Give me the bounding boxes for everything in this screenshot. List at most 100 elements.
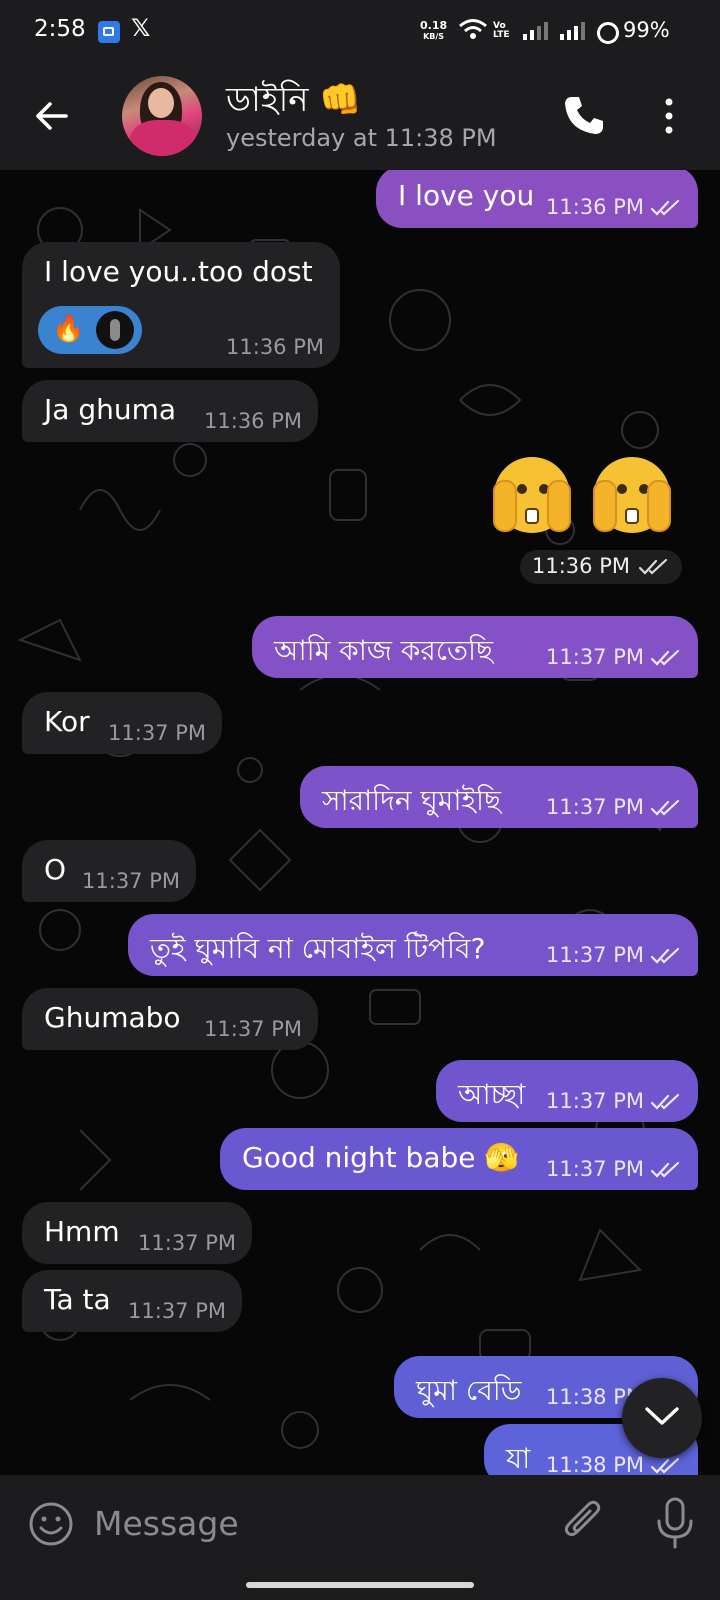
message-bubble-incoming[interactable]: Kor 11:37 PM	[22, 692, 222, 754]
home-indicator[interactable]	[246, 1582, 474, 1588]
message-list[interactable]: I love you 11:36 PM I love you..too dost…	[0, 170, 720, 1475]
message-bubble-outgoing[interactable]: আচ্ছা 11:37 PM	[436, 1060, 698, 1122]
double-check-icon	[650, 947, 680, 964]
message-meta: 11:37 PM	[82, 869, 180, 893]
message-meta: 11:37 PM	[128, 1299, 226, 1323]
phone-icon[interactable]	[563, 94, 605, 136]
battery-icon	[597, 22, 619, 44]
message-text: Hmm	[44, 1215, 120, 1248]
scroll-to-bottom-button[interactable]	[622, 1378, 702, 1458]
avatar-face	[148, 88, 174, 118]
message-text: Ghumabo	[44, 1001, 181, 1034]
message-text: Kor	[44, 705, 90, 738]
notification-app-icon	[98, 21, 120, 43]
message-meta: 11:37 PM	[138, 1231, 236, 1255]
battery-level: 99%	[623, 18, 670, 42]
message-text: I love you..too dost	[44, 255, 313, 288]
message-time: 11:37 PM	[546, 795, 644, 819]
double-check-icon	[650, 1457, 680, 1474]
message-text: Good night babe 🫣	[242, 1141, 520, 1174]
paperclip-icon[interactable]	[560, 1497, 606, 1547]
telegram-chat-screen: 2:58 𝕏 0.18 KB/S Vo LTE 99% ডাইনি 👊 yest…	[0, 0, 720, 1600]
signal-icon	[560, 22, 585, 40]
message-time: 11:36 PM	[532, 554, 630, 578]
message-meta: 11:37 PM	[546, 1157, 682, 1181]
message-bubble-outgoing[interactable]: আমি কাজ করতেছি 11:37 PM	[252, 616, 698, 678]
message-time: 11:37 PM	[546, 1089, 644, 1113]
status-time: 2:58	[34, 16, 86, 42]
message-text: সারাদিন ঘুমাইছি	[322, 784, 501, 817]
volte-icon: Vo LTE	[493, 21, 510, 40]
message-time: 11:36 PM	[204, 409, 302, 433]
message-text: আমি কাজ করতেছি	[274, 634, 494, 667]
signal-icon	[523, 22, 548, 40]
double-check-icon	[650, 199, 680, 216]
reaction-pill[interactable]: 🔥	[38, 306, 142, 354]
message-bubble-outgoing[interactable]: Good night babe 🫣 11:37 PM	[220, 1128, 698, 1190]
reactor-avatar	[96, 311, 134, 349]
double-check-icon	[650, 1161, 680, 1178]
last-seen-status: yesterday at 11:38 PM	[226, 124, 497, 152]
message-time: 11:37 PM	[138, 1231, 236, 1255]
message-bubble-incoming[interactable]: I love you..too dost 🔥 11:36 PM	[22, 242, 340, 368]
message-meta: 11:37 PM	[204, 1017, 302, 1041]
chevron-down-icon	[645, 1407, 679, 1425]
contact-avatar[interactable]	[122, 76, 202, 156]
emoji-message[interactable]	[490, 453, 690, 543]
status-bar: 2:58 𝕏 0.18 KB/S Vo LTE 99%	[0, 0, 720, 60]
message-bubble-outgoing[interactable]: সারাদিন ঘুমাইছি 11:37 PM	[300, 766, 698, 828]
message-bubble-incoming[interactable]: Ghumabo 11:37 PM	[22, 988, 318, 1050]
message-meta: 11:37 PM	[546, 1089, 682, 1113]
message-time: 11:37 PM	[204, 1017, 302, 1041]
more-vertical-icon[interactable]	[664, 98, 674, 134]
message-text: যা	[506, 1442, 531, 1475]
double-check-icon	[650, 799, 680, 816]
message-composer	[0, 1475, 720, 1570]
message-time: 11:37 PM	[546, 645, 644, 669]
message-bubble-incoming[interactable]: Ta ta 11:37 PM	[22, 1270, 242, 1332]
wifi-icon	[459, 19, 487, 39]
message-meta: 11:37 PM	[546, 645, 682, 669]
message-time: 11:36 PM	[546, 195, 644, 219]
message-bubble-incoming[interactable]: O 11:37 PM	[22, 840, 196, 902]
message-time: 11:37 PM	[546, 1157, 644, 1181]
message-bubble-incoming[interactable]: Ja ghuma 11:36 PM	[22, 380, 318, 442]
message-meta: 11:37 PM	[108, 721, 206, 745]
contact-name[interactable]: ডাইনি 👊	[226, 74, 362, 131]
system-nav-bar	[0, 1570, 720, 1600]
message-time: 11:37 PM	[82, 869, 180, 893]
double-check-icon	[650, 1093, 680, 1110]
message-bubble-incoming[interactable]: Hmm 11:37 PM	[22, 1202, 252, 1264]
message-time: 11:37 PM	[546, 943, 644, 967]
chat-header: ডাইনি 👊 yesterday at 11:38 PM	[0, 60, 720, 170]
message-text: I love you	[398, 179, 535, 212]
message-text: Ja ghuma	[44, 393, 177, 426]
message-bubble-outgoing[interactable]: তুই ঘুমাবি না মোবাইল টিপবি? 11:37 PM	[128, 914, 698, 976]
avatar-body	[130, 120, 196, 156]
network-speed: 0.18 KB/S	[420, 20, 447, 42]
reaction-emoji: 🔥	[52, 314, 85, 344]
face-with-peeking-eye-emoji	[593, 457, 671, 533]
network-speed-unit: KB/S	[423, 32, 445, 41]
smile-icon[interactable]	[28, 1501, 74, 1547]
message-bubble-outgoing[interactable]: I love you 11:36 PM	[376, 170, 698, 228]
message-input[interactable]	[92, 1497, 536, 1549]
message-text: O	[44, 853, 67, 886]
x-app-icon: 𝕏	[131, 14, 151, 42]
message-time: 11:37 PM	[128, 1299, 226, 1323]
message-meta: 11:36 PM	[520, 550, 682, 584]
message-time: 11:36 PM	[226, 335, 324, 359]
message-meta: 11:36 PM	[546, 195, 682, 219]
message-time: 11:37 PM	[108, 721, 206, 745]
microphone-icon[interactable]	[652, 1495, 698, 1551]
message-text: ঘুমা বেডি	[416, 1374, 522, 1407]
message-text: তুই ঘুমাবি না মোবাইল টিপবি?	[150, 932, 486, 965]
message-meta: 11:36 PM	[204, 409, 302, 433]
arrow-left-icon[interactable]	[32, 96, 72, 136]
message-text: Ta ta	[44, 1283, 111, 1316]
message-meta: 11:37 PM	[546, 795, 682, 819]
message-time: 11:38 PM	[546, 1453, 644, 1475]
double-check-icon	[650, 649, 680, 666]
message-meta: 11:36 PM	[226, 335, 324, 359]
message-meta: 11:37 PM	[546, 943, 682, 967]
